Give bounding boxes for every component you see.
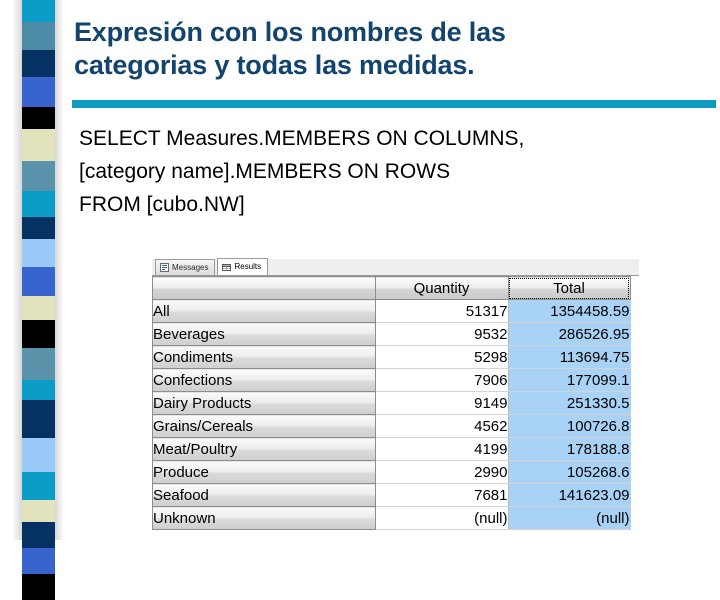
row-header-cell[interactable]: Produce <box>153 460 376 484</box>
query-line: [category name].MEMBERS ON ROWS <box>79 160 451 183</box>
ribbon-stripe-17 <box>22 472 55 500</box>
ribbon-stripe-21 <box>22 574 55 600</box>
ribbon-stripe-14 <box>22 380 55 400</box>
row-header-cell[interactable]: All <box>153 299 376 323</box>
total-cell[interactable]: (null) <box>508 506 631 530</box>
ribbon-stripe-6 <box>22 161 55 191</box>
title-divider-rule <box>72 100 716 108</box>
grid-right-gutter <box>633 294 640 557</box>
quantity-cell[interactable]: 51317 <box>375 299 509 323</box>
tab-messages-label: Messages <box>172 262 209 272</box>
table-row[interactable]: Confections 7906 177099.1 <box>153 368 631 392</box>
ribbon-stripe-12 <box>22 320 55 348</box>
total-cell[interactable]: 251330.5 <box>508 391 631 415</box>
table-row[interactable]: Meat/Poultry 4199 178188.8 <box>153 437 631 461</box>
ribbon-stripe-0 <box>22 0 55 22</box>
row-header-cell[interactable]: Unknown <box>153 506 376 530</box>
page-title-line-2: categorias y todas las medidas. <box>74 50 475 80</box>
results-tabstrip: Messages Results <box>152 258 639 276</box>
ribbon-stripe-11 <box>22 296 55 320</box>
results-table: Quantity Total All 51317 1354458.59 Beverag… <box>153 276 631 530</box>
quantity-cell[interactable]: 9149 <box>375 391 509 415</box>
table-row[interactable]: Produce 2990 105268.6 <box>153 460 631 484</box>
tab-results[interactable]: Results <box>217 258 269 275</box>
total-cell[interactable]: 177099.1 <box>508 368 631 392</box>
column-header-total[interactable]: Total <box>508 276 631 300</box>
page-title-line-1: Expresión con los nombres de las <box>74 17 506 47</box>
table-row[interactable]: Dairy Products 9149 251330.5 <box>153 391 631 415</box>
table-row[interactable]: Unknown (null) (null) <box>153 506 631 530</box>
row-header-cell[interactable]: Meat/Poultry <box>153 437 376 461</box>
table-row[interactable]: Seafood 7681 141623.09 <box>153 483 631 507</box>
table-body: All 51317 1354458.59 Beverages 9532 286526.95… <box>153 299 631 530</box>
ribbon-stripe-10 <box>22 267 55 296</box>
row-header-cell[interactable]: Confections <box>153 368 376 392</box>
row-header-cell[interactable]: Grains/Cereals <box>153 414 376 438</box>
table-header-row: Quantity Total <box>153 276 631 300</box>
ribbon-stripe-8 <box>22 217 55 239</box>
ribbon-stripe-16 <box>22 438 55 472</box>
ribbon-stripe-1 <box>22 22 55 50</box>
tab-results-label: Results <box>234 262 262 271</box>
row-header-cell[interactable]: Beverages <box>153 322 376 346</box>
row-header-cell[interactable]: Condiments <box>153 345 376 369</box>
ribbon-stripe-4 <box>22 107 55 129</box>
ribbon-stripe-5 <box>22 129 55 161</box>
total-cell[interactable]: 286526.95 <box>508 322 631 346</box>
tab-messages[interactable]: Messages <box>155 259 216 275</box>
quantity-cell[interactable]: 9532 <box>375 322 509 346</box>
results-grid-icon <box>222 263 232 272</box>
ribbon-stripe-2 <box>22 50 55 77</box>
quantity-cell[interactable]: 4199 <box>375 437 509 461</box>
query-line: FROM [cubo.NW] <box>79 193 245 216</box>
ribbon-stripe-13 <box>22 348 55 380</box>
total-cell[interactable]: 100726.8 <box>508 414 631 438</box>
ssms-results-screenshot: Messages Results Quantity Total All 5131… <box>152 258 640 557</box>
quantity-cell[interactable]: (null) <box>375 506 509 530</box>
page-title: Expresión con los nombres de las categor… <box>74 16 704 82</box>
total-cell[interactable]: 141623.09 <box>508 483 631 507</box>
ribbon-stripe-19 <box>22 522 55 548</box>
ribbon-stripe-3 <box>22 77 55 107</box>
table-row[interactable]: Grains/Cereals 4562 100726.8 <box>153 414 631 438</box>
total-cell[interactable]: 1354458.59 <box>508 299 631 323</box>
ribbon-stripe-15 <box>22 400 55 438</box>
quantity-cell[interactable]: 2990 <box>375 460 509 484</box>
quantity-cell[interactable]: 5298 <box>375 345 509 369</box>
ribbon-stripe-20 <box>22 548 55 574</box>
total-cell[interactable]: 113694.75 <box>508 345 631 369</box>
total-cell[interactable]: 178188.8 <box>508 437 631 461</box>
total-cell[interactable]: 105268.6 <box>508 460 631 484</box>
table-row[interactable]: Beverages 9532 286526.95 <box>153 322 631 346</box>
quantity-cell[interactable]: 7906 <box>375 368 509 392</box>
quantity-cell[interactable]: 4562 <box>375 414 509 438</box>
ribbon-stripe-7 <box>22 191 55 217</box>
table-row[interactable]: All 51317 1354458.59 <box>153 299 631 323</box>
row-header-cell[interactable]: Dairy Products <box>153 391 376 415</box>
column-header-category[interactable] <box>153 276 376 300</box>
table-row[interactable]: Condiments 5298 113694.75 <box>153 345 631 369</box>
query-line: SELECT Measures.MEMBERS ON COLUMNS, <box>79 127 525 150</box>
decorative-color-ribbon <box>22 0 55 600</box>
mdx-query-text: SELECT Measures.MEMBERS ON COLUMNS, [cat… <box>79 122 699 221</box>
messages-icon <box>160 263 169 272</box>
results-grid[interactable]: Quantity Total All 51317 1354458.59 Beverag… <box>152 276 640 557</box>
row-header-cell[interactable]: Seafood <box>153 483 376 507</box>
ribbon-stripe-9 <box>22 239 55 267</box>
ribbon-stripe-18 <box>22 500 55 522</box>
quantity-cell[interactable]: 7681 <box>375 483 509 507</box>
column-header-quantity[interactable]: Quantity <box>375 276 509 300</box>
